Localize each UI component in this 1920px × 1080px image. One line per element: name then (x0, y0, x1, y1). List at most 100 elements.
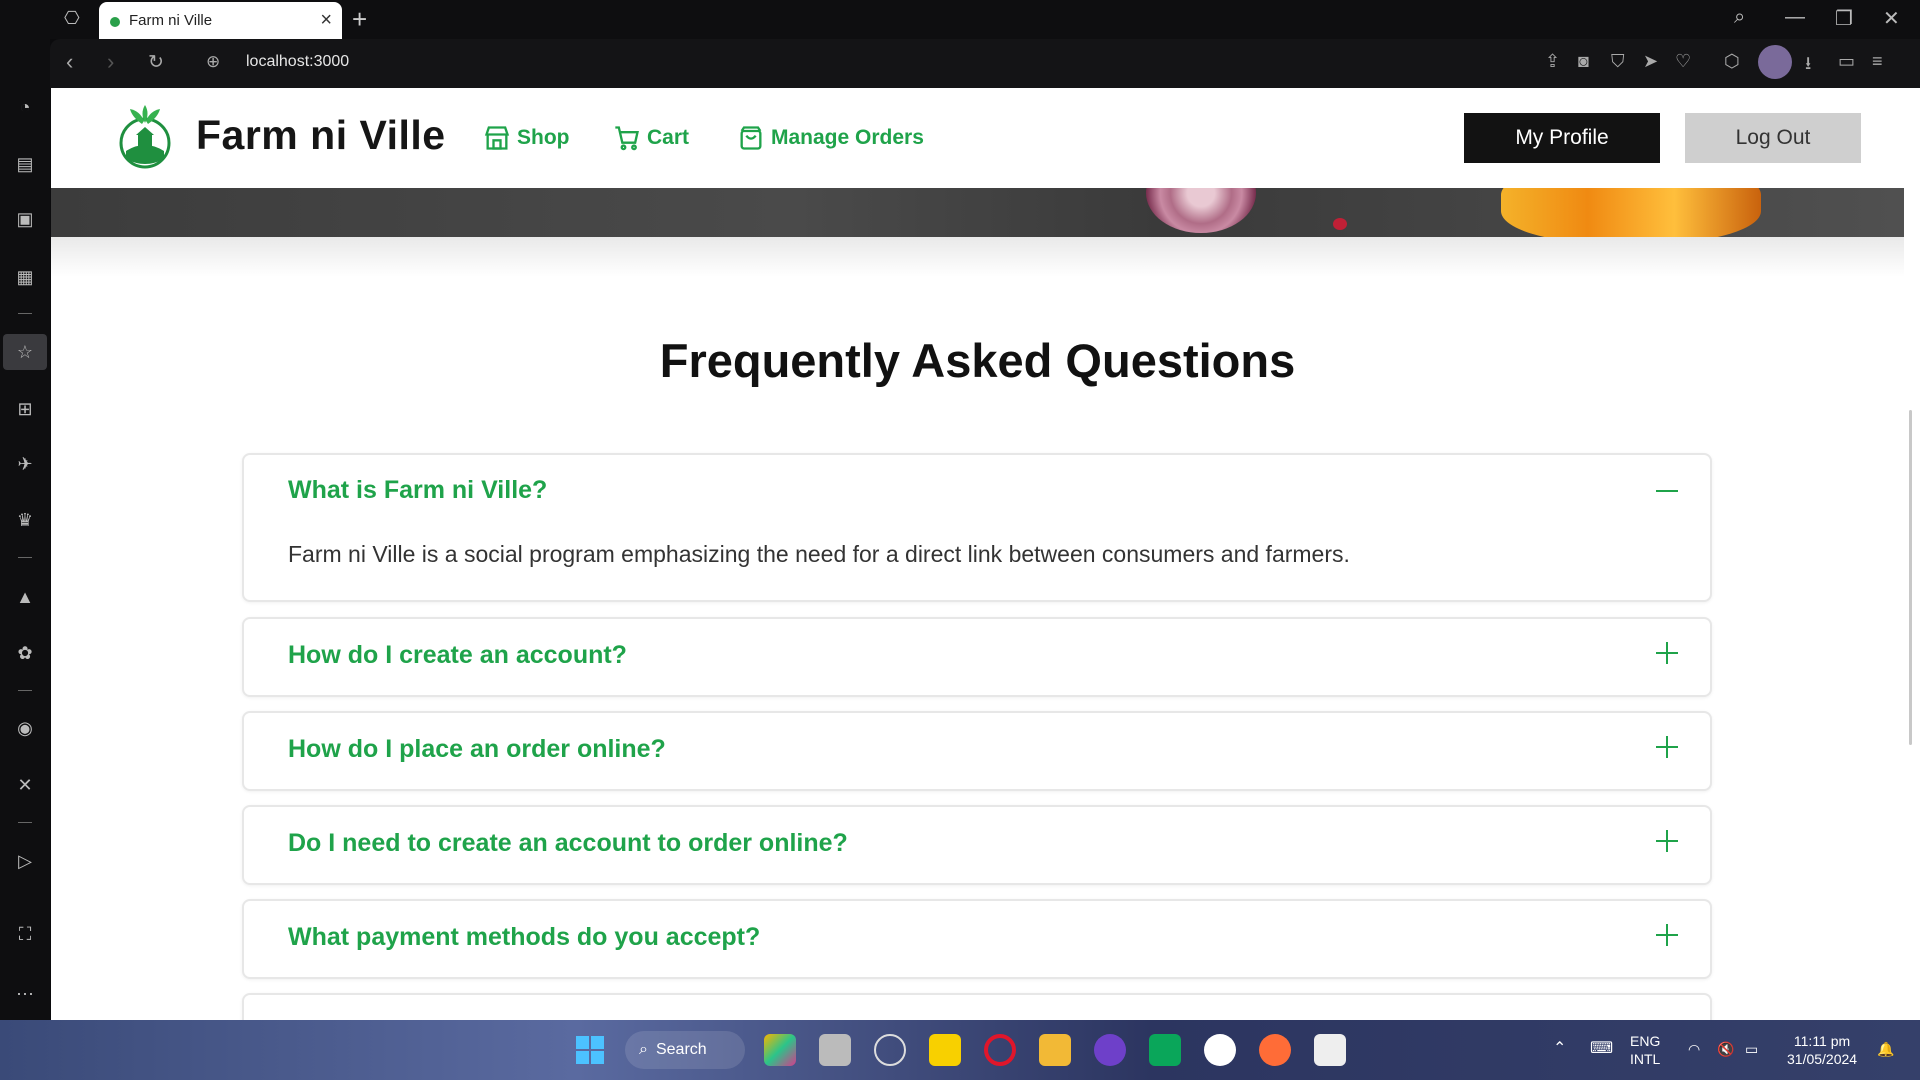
sticky-notes-icon[interactable] (929, 1034, 961, 1066)
easy-setup-icon[interactable]: ≡ (1872, 51, 1883, 72)
restore-icon[interactable]: ❐ (1835, 6, 1853, 31)
heart-icon[interactable]: ♡ (1675, 51, 1691, 72)
sidebar-divider (18, 557, 32, 558)
expand-icon[interactable] (1656, 830, 1678, 852)
bookmarks-icon[interactable]: ☆ (13, 340, 37, 364)
log-out-button[interactable]: Log Out (1685, 113, 1861, 163)
x-twitter-icon[interactable]: ✕ (13, 773, 37, 797)
site-info-icon[interactable]: ⊕ (206, 52, 220, 72)
collapse-icon[interactable] (1656, 480, 1678, 502)
shield-icon[interactable]: ⛉ (1611, 51, 1625, 72)
forward-icon[interactable]: › (107, 49, 114, 75)
language-code: ENG (1630, 1033, 1661, 1049)
back-icon[interactable]: ‹ (66, 49, 73, 75)
snipping-tool-icon[interactable] (1314, 1034, 1346, 1066)
faq-question[interactable]: What payment methods do you accept? (288, 923, 760, 952)
taskbar-search-label: Search (655, 1041, 707, 1058)
faq-title: Frequently Asked Questions (659, 334, 1296, 387)
wifi-icon[interactable]: ◠ (1688, 1040, 1700, 1058)
brand-name[interactable]: Farm ni Ville (196, 112, 446, 159)
expand-icon[interactable] (1656, 736, 1678, 758)
taskbar-search[interactable]: ⌕ Search (625, 1031, 745, 1069)
language-indicator[interactable]: ENG INTL (1630, 1032, 1660, 1068)
game-controller-icon[interactable]: ⎔ (64, 8, 80, 29)
faq-item[interactable]: How do I place an order online? (242, 711, 1712, 791)
nav-shop[interactable]: Shop (483, 124, 570, 152)
close-tab-icon[interactable]: × (320, 9, 332, 32)
faq-item[interactable]: What payment methods do you accept? (242, 899, 1712, 979)
cpu-icon[interactable]: ▦ (13, 265, 37, 289)
extensions-icon[interactable]: ⬡ (1724, 51, 1740, 72)
new-tab-icon[interactable]: + (352, 4, 367, 35)
vscode-icon[interactable] (1149, 1034, 1181, 1066)
avatar[interactable] (1758, 45, 1792, 79)
faq-item[interactable]: How do I create an account? (242, 617, 1712, 697)
more-icon[interactable]: ⋯ (13, 982, 37, 1006)
flight-icon[interactable]: ✈ (13, 452, 37, 476)
search-icon[interactable]: ⌕ (1734, 6, 1745, 29)
page-viewport: Farm ni Ville Shop Cart Manage Orders My… (51, 88, 1904, 1020)
faq-item[interactable]: What is Farm ni Ville? Farm ni Ville is … (242, 453, 1712, 602)
faq-answer: Farm ni Ville is a social program emphas… (288, 541, 1350, 567)
keyboard-icon[interactable]: ⌨ (1590, 1040, 1613, 1058)
task-view-icon[interactable] (819, 1034, 851, 1066)
github-icon[interactable] (1094, 1034, 1126, 1066)
scrollbar-thumb[interactable] (1909, 410, 1912, 745)
file-explorer-icon[interactable] (1039, 1034, 1071, 1066)
download-icon[interactable]: ⭳ (1805, 51, 1811, 81)
page-scrollbar[interactable] (1904, 88, 1920, 1020)
nav-manage-orders-label: Manage Orders (771, 126, 924, 149)
send-icon[interactable]: ➤ (1643, 51, 1658, 72)
address-bar: ‹ › ↻ ⊕ localhost:3000 ⇪ ◙ ⛉ ➤ ♡ ⬡ ⭳ ▭ ≡ (50, 39, 1920, 88)
faq-question[interactable]: How do I create an account? (288, 641, 627, 670)
faq-question[interactable]: Do I need to create an account to order … (288, 829, 848, 858)
battery-saver-icon[interactable]: ▭ (1838, 51, 1855, 72)
messenger-icon[interactable]: ◉ (13, 716, 37, 740)
search-icon: ⌕ (639, 1041, 648, 1058)
nav-cart[interactable]: Cart (613, 124, 689, 152)
camera-icon[interactable]: ◙ (1578, 51, 1589, 72)
notifications-icon[interactable]: 🔔 (1877, 1040, 1894, 1058)
browser-tab[interactable]: Farm ni Ville × (99, 2, 342, 39)
faq-item[interactable]: Do I need to create an account to order … (242, 805, 1712, 885)
copilot-icon[interactable] (764, 1034, 796, 1066)
onion-image (1146, 188, 1256, 233)
mongodb-icon[interactable] (1204, 1034, 1236, 1066)
player-icon[interactable]: ▷ (13, 849, 37, 873)
my-profile-button[interactable]: My Profile (1464, 113, 1660, 163)
gaming-icon[interactable]: ⊞ (13, 397, 37, 421)
os-taskbar: ⌕ Search ⌃ ⌨ ENG INTL ◠ 🔇 ▭ 11:11 pm 31/… (0, 1020, 1920, 1080)
chatgpt-icon[interactable]: ✿ (13, 641, 37, 665)
close-window-icon[interactable]: ✕ (1883, 6, 1900, 31)
site-header: Farm ni Ville Shop Cart Manage Orders My… (51, 88, 1904, 188)
url-field[interactable]: localhost:3000 (246, 53, 349, 71)
postman-icon[interactable] (1259, 1034, 1291, 1066)
nav-manage-orders[interactable]: Manage Orders (737, 124, 924, 152)
faq-question[interactable]: How do I place an order online? (288, 735, 666, 764)
crown-icon[interactable]: ♛ (13, 508, 37, 532)
banner-shadow (51, 237, 1904, 277)
store-icon (484, 126, 510, 150)
dell-icon[interactable] (874, 1034, 906, 1066)
pinboard-icon[interactable]: ⛶ (13, 922, 37, 946)
clock[interactable]: 11:11 pm 31/05/2024 (1787, 1032, 1857, 1068)
faq-item[interactable] (242, 993, 1712, 1020)
expand-icon[interactable] (1656, 924, 1678, 946)
sidebar-divider (18, 313, 32, 314)
opera-taskbar-icon[interactable] (984, 1034, 1016, 1066)
share-icon[interactable]: ⇪ (1545, 51, 1560, 72)
farm-logo-icon[interactable] (118, 103, 173, 171)
windows-start-icon[interactable] (574, 1034, 606, 1066)
tab-title: Farm ni Ville (129, 12, 213, 29)
mute-icon[interactable]: 🔇 (1717, 1040, 1734, 1058)
minimize-icon[interactable]: — (1785, 6, 1805, 29)
expand-icon[interactable] (1656, 642, 1678, 664)
twitch-icon[interactable]: ▣ (13, 207, 37, 231)
reload-icon[interactable]: ↻ (148, 51, 164, 74)
battery-icon[interactable]: ▭ (1745, 1040, 1758, 1058)
speed-dial-icon[interactable]: ◔ (13, 95, 37, 119)
shopping-icon[interactable]: ▤ (13, 152, 37, 176)
aria-icon[interactable]: ▲ (13, 585, 37, 609)
faq-question[interactable]: What is Farm ni Ville? (288, 476, 547, 505)
tray-overflow-icon[interactable]: ⌃ (1553, 1040, 1566, 1058)
